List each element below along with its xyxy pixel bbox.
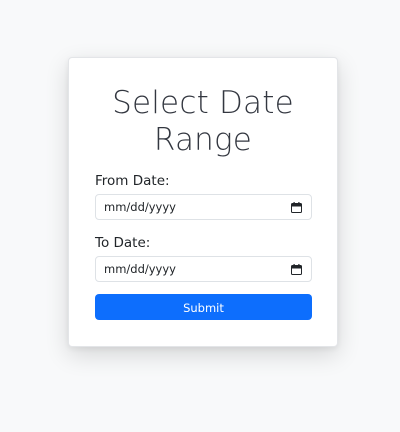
to-date-label: To Date: — [95, 235, 151, 251]
to-date-input[interactable]: mm/dd/yyyy — [95, 256, 312, 282]
from-date-placeholder: mm/dd/yyyy — [104, 200, 176, 214]
date-range-card: Select Date Range From Date: mm/dd/yyyy … — [68, 57, 338, 347]
from-date-label: From Date: — [95, 173, 170, 189]
calendar-icon[interactable] — [291, 202, 302, 213]
title-line-1: Select Date — [112, 85, 294, 121]
page-title: Select Date Range — [69, 85, 337, 159]
from-date-input[interactable]: mm/dd/yyyy — [95, 194, 312, 220]
title-line-2: Range — [153, 122, 253, 158]
calendar-icon[interactable] — [291, 264, 302, 275]
submit-button[interactable]: Submit — [95, 294, 312, 320]
to-date-placeholder: mm/dd/yyyy — [104, 262, 176, 276]
